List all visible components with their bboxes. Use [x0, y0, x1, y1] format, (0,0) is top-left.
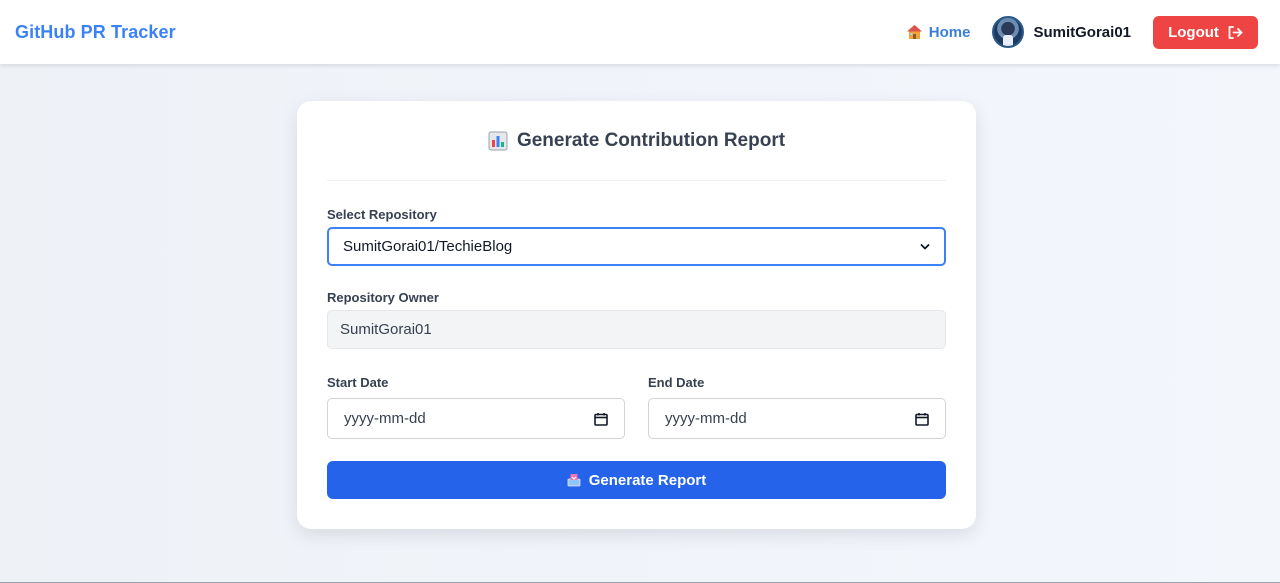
avatar — [992, 16, 1025, 48]
repo-label: Select Repository — [327, 207, 437, 222]
generate-report-label: Generate Report — [588, 471, 707, 489]
repository-select-value: SumitGorai01/TechieBlog — [343, 238, 513, 255]
end-date-placeholder: yyyy-mm-dd — [665, 410, 747, 427]
owner-label: Repository Owner — [327, 290, 439, 305]
logout-button[interactable]: Logout — [1153, 15, 1258, 49]
bar-chart-icon — [488, 131, 508, 151]
card-title: Generate Contribution Report — [327, 101, 946, 181]
repository-select[interactable]: SumitGorai01/TechieBlog — [327, 227, 946, 266]
start-date-label: Start Date — [327, 375, 389, 390]
sign-out-icon — [1227, 25, 1243, 40]
end-date-input[interactable]: yyyy-mm-dd — [648, 398, 946, 439]
user-profile[interactable]: SumitGorai01 — [992, 16, 1131, 48]
home-label: Home — [928, 23, 971, 41]
report-form-card: Generate Contribution Report Select Repo… — [297, 101, 976, 529]
generate-report-button[interactable]: Generate Report — [327, 461, 946, 499]
end-date-label: End Date — [648, 375, 705, 390]
calendar-icon[interactable] — [915, 412, 929, 426]
top-navbar: GitHub PR Tracker Home SumitGorai01 Logo… — [0, 0, 1280, 64]
home-link[interactable]: Home — [906, 23, 971, 41]
house-icon — [906, 24, 923, 40]
logout-label: Logout — [1168, 23, 1219, 41]
start-date-input[interactable]: yyyy-mm-dd — [327, 398, 625, 439]
inbox-tray-icon — [567, 473, 581, 487]
start-date-placeholder: yyyy-mm-dd — [344, 410, 426, 427]
calendar-icon[interactable] — [594, 412, 608, 426]
card-title-text: Generate Contribution Report — [516, 129, 786, 151]
username: SumitGorai01 — [1033, 23, 1131, 41]
app-brand[interactable]: GitHub PR Tracker — [15, 22, 176, 43]
repository-owner-field: SumitGorai01 — [327, 310, 946, 349]
chevron-down-icon — [920, 243, 930, 251]
nav-right: Home SumitGorai01 Logout — [906, 15, 1258, 49]
